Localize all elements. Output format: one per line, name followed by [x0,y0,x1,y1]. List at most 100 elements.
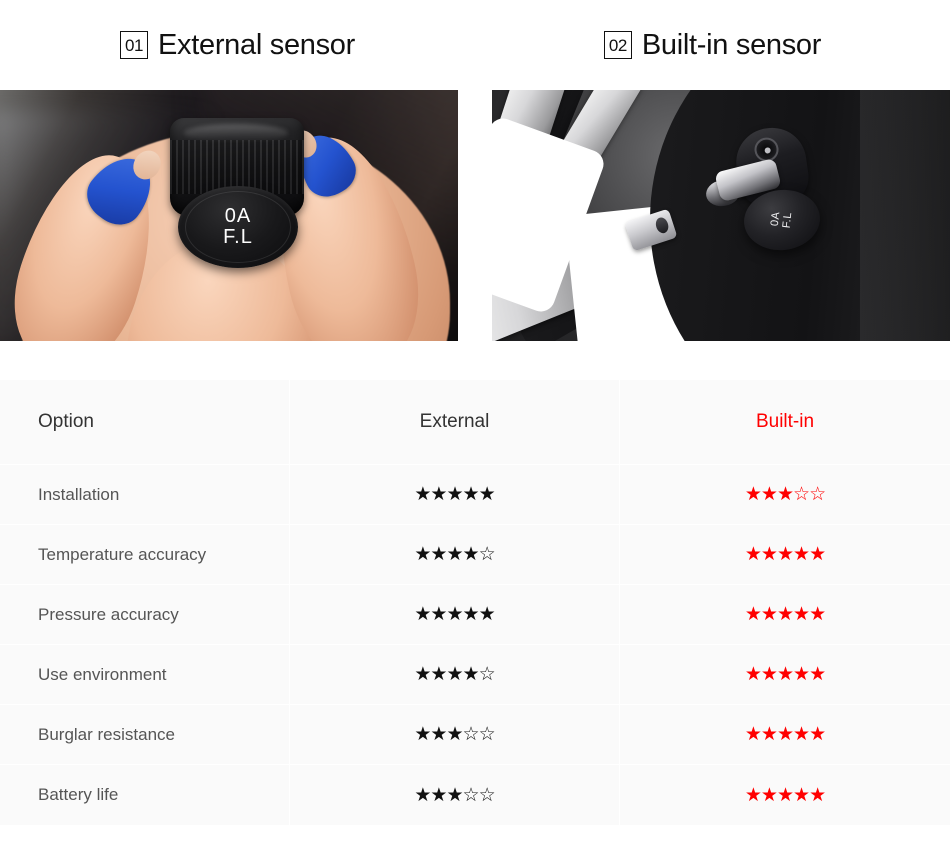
star-filled-icon: ★ [744,484,762,505]
star-filled-icon: ★ [744,724,762,745]
table-cell-built-in-rating: ★ ★ ★ ☆ ☆ [620,465,950,524]
sensor-cap-ring [185,191,291,263]
star-rating: ★ ★ ★ ☆ ☆ [414,784,496,806]
star-empty-icon: ☆ [809,484,826,505]
table-cell-option: Temperature accuracy [0,525,290,584]
star-filled-icon: ★ [776,664,794,685]
star-filled-icon: ★ [744,604,762,625]
star-filled-icon: ★ [446,604,463,625]
table-cell-option: Installation [0,465,290,524]
table-cell-option: Burglar resistance [0,705,290,764]
star-filled-icon: ★ [414,604,431,625]
star-empty-icon: ☆ [462,784,480,806]
header-built-in-sensor: 02 Built-in sensor [475,29,950,62]
option-label: Pressure accuracy [38,604,179,624]
wheel-rim-lip-highlight [860,90,950,341]
star-filled-icon: ★ [430,784,447,806]
option-label: Installation [38,484,120,504]
table-header-built-in: Built-in [620,380,950,464]
star-filled-icon: ★ [809,724,826,745]
star-filled-icon: ★ [760,724,778,745]
table-row: Burglar resistance ★ ★ ★ ☆ ☆ ★ ★ ★ ★ ★ [0,705,950,765]
option-label: Burglar resistance [38,724,176,744]
table-header-external: External [290,380,620,464]
star-filled-icon: ★ [760,784,778,806]
option-label: Battery life [38,785,119,804]
star-filled-icon: ★ [430,484,447,505]
table-row: Installation ★ ★ ★ ★ ★ ★ ★ ★ ☆ ☆ [0,465,950,525]
star-rating: ★ ★ ★ ★ ★ [744,604,826,625]
star-filled-icon: ★ [793,544,810,565]
star-filled-icon: ★ [776,484,794,505]
table-header-option-label: Option [38,411,94,432]
table-header-row: Option External Built-in [0,380,950,465]
star-rating: ★ ★ ★ ★ ☆ [414,544,496,565]
star-filled-icon: ★ [462,484,480,505]
star-empty-icon: ☆ [462,724,480,745]
star-filled-icon: ★ [430,544,447,565]
table-row: Pressure accuracy ★ ★ ★ ★ ★ ★ ★ ★ ★ ★ [0,585,950,645]
star-filled-icon: ★ [809,784,826,806]
star-empty-icon: ☆ [793,484,810,505]
step-number-badge-02: 02 [603,31,632,59]
star-filled-icon: ★ [478,604,496,625]
star-filled-icon: ★ [793,604,810,625]
star-rating: ★ ★ ★ ★ ★ [744,664,826,685]
tpms-cap-label-line2: F.L [780,211,794,230]
table-row: Battery life ★ ★ ★ ☆ ☆ ★ ★ ★ ★ ★ [0,765,950,825]
star-rating: ★ ★ ★ ★ ★ [745,544,826,565]
star-filled-icon: ★ [776,784,794,806]
table-header-built-in-label: Built-in [755,411,815,432]
star-filled-icon: ★ [462,664,480,685]
table-cell-option: Pressure accuracy [0,585,290,644]
star-rating: ★ ★ ★ ☆ ☆ [744,484,826,505]
table-cell-external-rating: ★ ★ ★ ★ ☆ [290,525,620,584]
star-filled-icon: ★ [478,484,496,505]
table-row: Temperature accuracy ★ ★ ★ ★ ☆ ★ ★ ★ ★ ★ [0,525,950,585]
star-filled-icon: ★ [760,544,778,565]
star-filled-icon: ★ [809,664,826,685]
comparison-table: Option External Built-in Installation ★ ★ ★… [0,380,950,825]
star-filled-icon: ★ [430,604,447,625]
star-filled-icon: ★ [760,484,778,505]
table-header-option: Option [0,380,290,464]
star-filled-icon: ★ [776,724,794,745]
table-cell-option: Use environment [0,645,290,704]
star-filled-icon: ★ [793,664,810,685]
header-external-sensor: 01 External sensor [0,29,475,62]
star-empty-icon: ☆ [478,724,496,745]
header-title-built-in: Built-in sensor [641,28,822,61]
header-title-external: External sensor [158,28,355,61]
star-filled-icon: ★ [414,484,431,505]
table-cell-external-rating: ★ ★ ★ ★ ☆ [290,645,620,704]
star-rating: ★ ★ ★ ★ ☆ [414,664,496,685]
star-empty-icon: ☆ [478,784,496,806]
star-filled-icon: ★ [430,664,447,685]
table-cell-external-rating: ★ ★ ★ ☆ ☆ [290,765,620,825]
star-filled-icon: ★ [760,664,778,685]
table-cell-built-in-rating: ★ ★ ★ ★ ★ [620,525,950,584]
table-cell-built-in-rating: ★ ★ ★ ★ ★ [620,645,950,704]
star-empty-icon: ☆ [478,664,496,685]
star-filled-icon: ★ [744,784,762,806]
tpms-cap-label: 0A F.L [769,211,795,230]
table-cell-built-in-rating: ★ ★ ★ ★ ★ [620,765,950,825]
option-label: Temperature accuracy [38,544,207,564]
star-filled-icon: ★ [446,784,463,806]
external-sensor-cap-face: 0A F.L [178,186,298,268]
star-filled-icon: ★ [776,544,794,565]
star-filled-icon: ★ [414,784,431,806]
step-number-badge-01: 01 [120,31,148,59]
star-filled-icon: ★ [462,604,480,625]
star-filled-icon: ★ [744,664,762,685]
star-filled-icon: ★ [414,544,431,565]
option-label: Use environment [38,664,167,684]
star-empty-icon: ☆ [478,544,496,565]
star-rating: ★ ★ ★ ★ ★ [414,604,496,625]
product-photo-row: 0A F.L 0A F.L [0,90,950,341]
star-rating: ★ ★ ★ ★ ★ [744,784,826,806]
table-cell-external-rating: ★ ★ ★ ★ ★ [290,465,620,524]
star-filled-icon: ★ [793,784,810,806]
star-filled-icon: ★ [776,604,794,625]
star-filled-icon: ★ [462,544,480,565]
